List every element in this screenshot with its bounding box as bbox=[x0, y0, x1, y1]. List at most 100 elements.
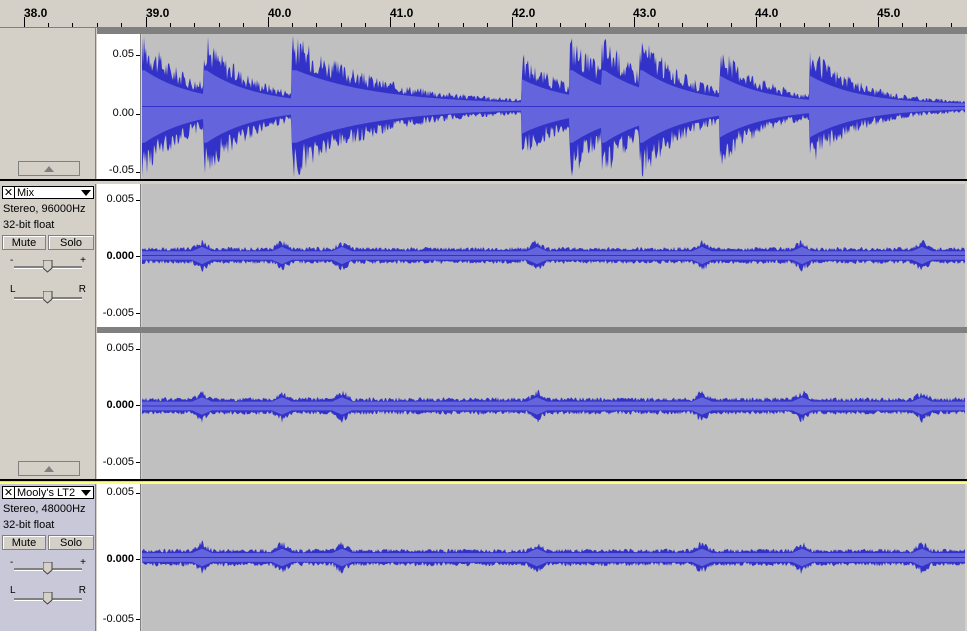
track-name-menu[interactable]: Mix bbox=[15, 186, 94, 199]
collapse-track-button[interactable] bbox=[18, 161, 80, 176]
track-bit-depth: 32-bit float bbox=[3, 519, 55, 531]
scale-tick bbox=[136, 55, 140, 56]
ruler-label: 39.0 bbox=[146, 6, 170, 20]
pan-slider[interactable]: L R bbox=[10, 585, 86, 607]
scale-label-bot: -0.005 bbox=[102, 613, 134, 625]
scale-tick bbox=[136, 349, 140, 350]
mute-button[interactable]: Mute bbox=[2, 235, 46, 250]
slider-thumb-icon[interactable] bbox=[43, 260, 53, 273]
scale-label-mid: 0.000 bbox=[106, 553, 134, 565]
waveform bbox=[142, 540, 965, 575]
waveform-area-left[interactable] bbox=[142, 184, 965, 327]
dropdown-arrow-icon bbox=[81, 190, 91, 196]
track-header: ✕ Mooly's LT2 bbox=[2, 486, 94, 500]
collapse-track-button[interactable] bbox=[18, 461, 80, 476]
scale-label-mid: 0.00 bbox=[112, 107, 134, 119]
amplitude-ruler: 0.005 0.000 -0.005 bbox=[97, 333, 141, 479]
ruler-tick bbox=[24, 17, 25, 27]
scale-label-bot: -0.05 bbox=[108, 164, 134, 176]
ruler-tick bbox=[243, 23, 244, 27]
amplitude-ruler: 0.005 0.000 -0.005 bbox=[97, 184, 141, 327]
track-format: Stereo, 96000Hz bbox=[3, 203, 86, 215]
pan-left-label: L bbox=[10, 585, 16, 596]
ruler-tick bbox=[682, 23, 683, 27]
solo-button[interactable]: Solo bbox=[48, 535, 94, 550]
ruler-tick bbox=[731, 23, 732, 27]
gain-slider[interactable]: - + bbox=[10, 557, 86, 577]
waveform-area-right[interactable] bbox=[142, 333, 965, 479]
track-control-panel bbox=[0, 28, 96, 179]
ruler-tick bbox=[316, 23, 317, 27]
mute-button[interactable]: Mute bbox=[2, 535, 46, 550]
ruler-tick bbox=[365, 23, 366, 27]
solo-button[interactable]: Solo bbox=[48, 235, 94, 250]
ruler-tick bbox=[585, 23, 586, 27]
scale-label-mid: 0.000 bbox=[106, 250, 134, 262]
ruler-tick bbox=[194, 23, 195, 27]
track-format: Stereo, 48000Hz bbox=[3, 503, 86, 515]
scale-label-mid: 0.000 bbox=[106, 399, 134, 411]
waveform-area[interactable] bbox=[142, 34, 965, 179]
track-bit-depth: 32-bit float bbox=[3, 219, 55, 231]
waveform-area[interactable] bbox=[142, 484, 965, 631]
ruler-tick bbox=[341, 23, 342, 27]
collapse-arrow-icon bbox=[44, 166, 54, 172]
gain-minus-label: - bbox=[10, 557, 14, 568]
pan-right-label: R bbox=[78, 284, 86, 295]
ruler-tick bbox=[756, 17, 757, 27]
amplitude-ruler: 0.005 0.000 -0.005 bbox=[97, 484, 141, 631]
track-name-menu[interactable]: Mooly's LT2 bbox=[15, 486, 94, 499]
track-1: 0.05 0.00 -0.05 bbox=[0, 28, 967, 180]
ruler-label: 43.0 bbox=[633, 6, 657, 20]
close-track-button[interactable]: ✕ bbox=[2, 486, 15, 499]
ruler-tick bbox=[634, 17, 635, 27]
gain-minus-label: - bbox=[10, 255, 14, 266]
slider-thumb-icon[interactable] bbox=[43, 291, 53, 304]
ruler-tick bbox=[829, 23, 830, 27]
slider-thumb-icon[interactable] bbox=[43, 562, 53, 575]
track-moolys-lt2: ✕ Mooly's LT2 Stereo, 48000Hz 32-bit flo… bbox=[0, 484, 967, 631]
scale-tick bbox=[136, 200, 140, 201]
ruler-tick bbox=[902, 23, 903, 27]
pan-right-label: R bbox=[78, 585, 86, 596]
ruler-tick bbox=[487, 23, 488, 27]
ruler-tick bbox=[121, 23, 122, 27]
ruler-tick bbox=[292, 23, 293, 27]
scale-label-top: 0.05 bbox=[112, 48, 134, 60]
collapse-arrow-icon bbox=[44, 466, 54, 472]
ruler-label: 41.0 bbox=[390, 6, 414, 20]
scale-label-bot: -0.005 bbox=[102, 307, 134, 319]
scale-tick bbox=[136, 619, 140, 620]
dropdown-arrow-icon bbox=[81, 490, 91, 496]
track-header: ✕ Mix bbox=[2, 186, 94, 200]
scale-label-top: 0.005 bbox=[106, 193, 134, 205]
timeline-ruler[interactable]: 38.0 39.0 40.0 41.0 42.0 43.0 44.0 45.0 bbox=[0, 0, 967, 28]
waveform bbox=[142, 35, 965, 178]
amplitude-ruler: 0.05 0.00 -0.05 bbox=[97, 34, 141, 179]
close-track-button[interactable]: ✕ bbox=[2, 186, 15, 199]
ruler-tick bbox=[48, 23, 49, 27]
scale-tick bbox=[136, 256, 140, 257]
slider-thumb-icon[interactable] bbox=[43, 592, 53, 605]
ruler-tick bbox=[146, 17, 147, 27]
ruler-label: 42.0 bbox=[512, 6, 536, 20]
scale-tick bbox=[136, 172, 140, 173]
waveform bbox=[142, 389, 965, 424]
ruler-tick bbox=[72, 23, 73, 27]
ruler-tick bbox=[170, 23, 171, 27]
pan-left-label: L bbox=[10, 284, 16, 295]
ruler-tick bbox=[560, 23, 561, 27]
ruler-tick bbox=[512, 17, 513, 27]
scale-label-bot: -0.005 bbox=[102, 456, 134, 468]
ruler-tick bbox=[268, 17, 269, 27]
gain-slider[interactable]: - + bbox=[10, 255, 86, 275]
ruler-label: 38.0 bbox=[24, 6, 48, 20]
scale-tick bbox=[136, 405, 140, 406]
track-control-panel: ✕ Mix Stereo, 96000Hz 32-bit float Mute … bbox=[0, 184, 96, 479]
ruler-tick bbox=[390, 17, 391, 27]
waveform bbox=[142, 239, 965, 272]
track-control-panel: ✕ Mooly's LT2 Stereo, 48000Hz 32-bit flo… bbox=[0, 484, 96, 631]
ruler-tick bbox=[536, 23, 537, 27]
pan-slider[interactable]: L R bbox=[10, 284, 86, 306]
ruler-label: 45.0 bbox=[877, 6, 901, 20]
